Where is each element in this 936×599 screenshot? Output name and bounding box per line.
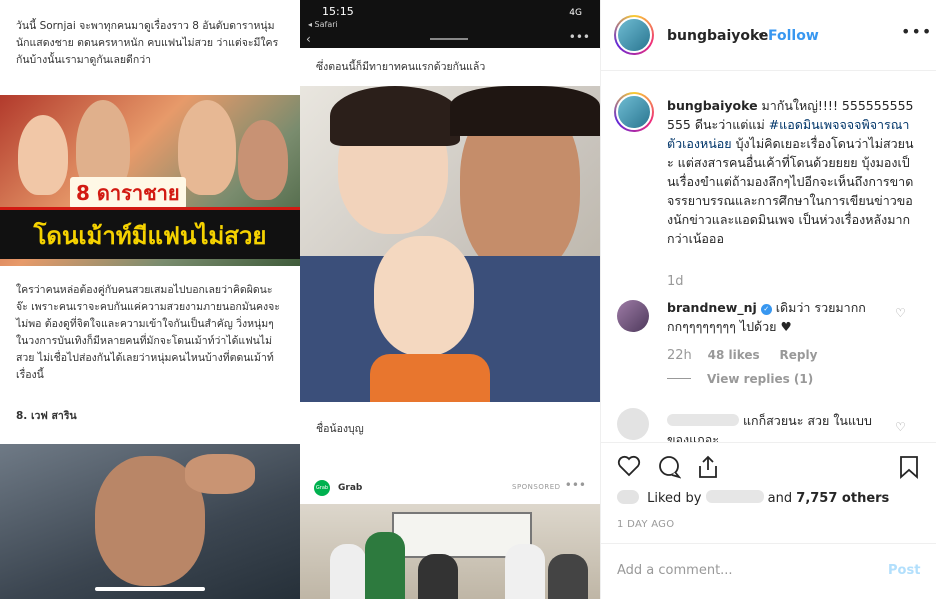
liked-by: Liked by and 7,757 others <box>617 490 889 506</box>
status-network: 4G <box>569 8 582 18</box>
person <box>505 544 545 599</box>
home-indicator <box>95 587 205 591</box>
reply-button[interactable]: Reply <box>779 348 817 362</box>
banner-person <box>238 120 288 200</box>
man-hair <box>450 86 600 136</box>
banner-person <box>18 115 68 195</box>
baby-shirt <box>370 354 490 402</box>
article-banner: 8 ดาราชาย โดนเม้าท์มีแฟนไม่สวย <box>0 95 300 266</box>
liked-by-prefix: Liked by <box>647 491 702 506</box>
phone-status-bar: 15:15 ◂ Safari 4G ‹ ••• <box>300 0 600 48</box>
comment-avatar[interactable] <box>617 300 649 332</box>
article-column-left: วันนี้ Sornjai จะพาทุกคนมาดูเรื่องราว 8 … <box>0 0 300 599</box>
person <box>365 532 405 599</box>
caption-username[interactable]: bungbaiyoke <box>667 98 758 113</box>
liker-avatar[interactable] <box>617 490 639 504</box>
article-column-right: 15:15 ◂ Safari 4G ‹ ••• ซึ่งตอนนี้ก็มีทา… <box>300 0 600 599</box>
page-indicator <box>430 38 468 40</box>
like-comment-heart-icon[interactable]: ♡ <box>895 306 906 320</box>
more-icon: ••• <box>564 478 586 492</box>
like-comment-heart-icon[interactable]: ♡ <box>895 420 906 434</box>
baby-face <box>374 236 474 356</box>
hidden-liker-name[interactable] <box>705 490 764 503</box>
hidden-username <box>667 414 739 426</box>
post-date[interactable]: 1 DAY AGO <box>617 519 674 530</box>
comment: แกก็สวยนะ สวย ในแบบของแกอะ <box>667 411 887 442</box>
post-username[interactable]: bungbaiyoke <box>667 28 768 44</box>
sponsor-name: Grab <box>338 483 363 493</box>
caption-avatar[interactable] <box>614 92 654 132</box>
status-time: 15:15 <box>322 5 354 18</box>
sponsored-photo <box>300 504 600 599</box>
grab-logo-icon: Grab <box>314 480 330 496</box>
likes-count[interactable]: 7,757 others <box>796 491 889 506</box>
divider <box>601 543 936 544</box>
article-photo-family <box>300 86 600 402</box>
follow-button[interactable]: Follow <box>768 28 819 44</box>
person <box>548 554 588 599</box>
more-icon[interactable]: ••• <box>901 22 932 41</box>
replies-line <box>667 378 691 379</box>
verified-icon: ✓ <box>760 304 772 315</box>
banner-rank-text: 8 ดาราชาย <box>70 177 186 209</box>
sponsored-header: Grab Grab SPONSORED ••• <box>300 472 600 502</box>
comment-meta: 22h 48 likes Reply <box>667 348 817 363</box>
article-intro-text: วันนี้ Sornjai จะพาทุกคนมาดูเรื่องราว 8 … <box>16 20 279 66</box>
divider <box>601 442 936 443</box>
heart-icon[interactable] <box>617 455 641 482</box>
caption-age: 1d <box>667 274 684 289</box>
banner-person <box>178 100 236 195</box>
divider <box>601 70 936 71</box>
comment-icon[interactable] <box>657 455 682 484</box>
back-icon: ‹ <box>306 32 311 46</box>
comment-age: 22h <box>667 348 692 363</box>
instagram-panel: bungbaiyoke • Follow ••• bungbaiyoke มาก… <box>600 0 936 599</box>
view-replies-button[interactable]: View replies (1) <box>667 372 813 386</box>
share-icon[interactable] <box>697 455 719 484</box>
person <box>418 554 458 599</box>
more-icon: ••• <box>568 30 590 44</box>
caption-text: bungbaiyoke มากันใหญ่!!!! 555555555555 ด… <box>667 96 917 248</box>
article-heading: 8. เวฟ สาริน <box>16 410 77 422</box>
view-replies-label: View replies (1) <box>707 372 814 386</box>
comment-likes[interactable]: 48 likes <box>708 348 760 362</box>
post-button[interactable]: Post <box>888 563 920 578</box>
woman-hair <box>330 86 460 146</box>
comment-avatar[interactable] <box>617 408 649 440</box>
post-image: วันนี้ Sornjai จะพาทุกคนมาดูเรื่องราว 8 … <box>0 0 600 599</box>
caption-top: ซึ่งตอนนี้ก็มีทายาทคนแรกด้วยกันแล้ว <box>316 61 486 73</box>
avatar[interactable] <box>614 15 654 55</box>
add-comment-input[interactable]: Add a comment... <box>617 563 733 578</box>
bookmark-icon[interactable] <box>899 455 919 484</box>
comment-username[interactable]: brandnew_nj <box>667 300 757 315</box>
person <box>330 544 366 599</box>
caption-body-continued: บุ้งไม่คิดเยอะเรื่องโดนว่าไม่สวยนะ แต่สง… <box>667 136 914 246</box>
post-actions <box>601 451 936 483</box>
banner-title-text: โดนเม้าท์มีแฟนไม่สวย <box>0 207 300 259</box>
sponsored-label: SPONSORED <box>512 483 561 491</box>
status-app: ◂ Safari <box>308 20 338 29</box>
comment: brandnew_nj ✓ เดิมว่า รวยมากกกกๆๆๆๆๆๆๆๆ … <box>667 298 887 336</box>
separator-dot: • <box>757 28 766 44</box>
article-photo-man <box>0 444 300 599</box>
comments-section[interactable]: bungbaiyoke มากันใหญ่!!!! 555555555555 ด… <box>601 78 936 442</box>
man-hand <box>185 454 255 494</box>
liked-by-suffix: and <box>767 491 793 506</box>
article-body-text: ใครว่าคนหล่อต้องคู่กับคนสวยเสมอไปบอกเลยว… <box>16 284 280 381</box>
caption-bottom: ชื่อน้องบุญ <box>316 423 364 435</box>
